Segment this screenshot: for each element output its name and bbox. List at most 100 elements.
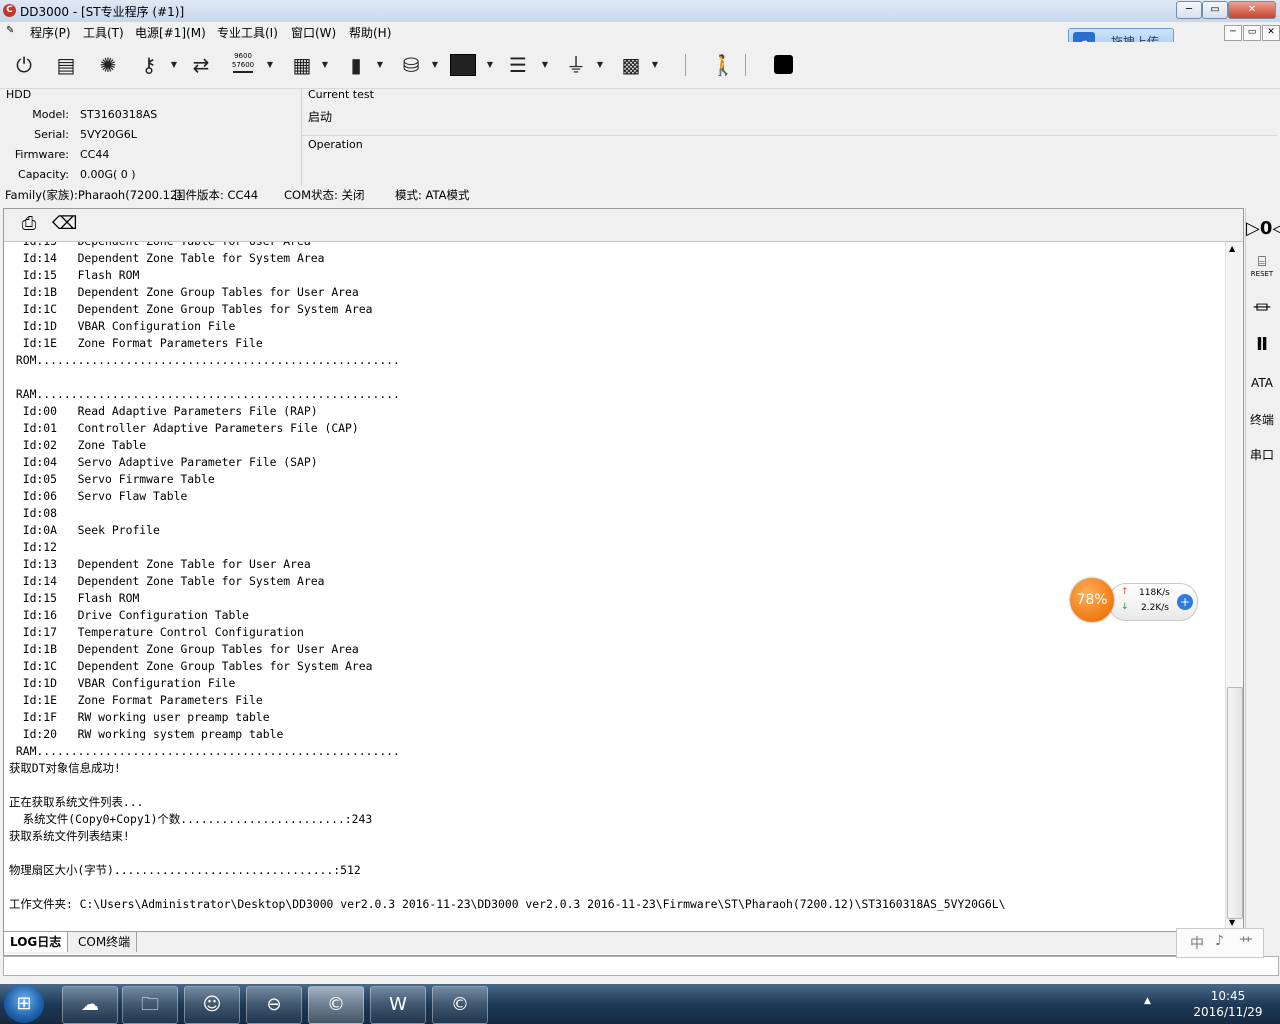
test-status-panel: Current test 启动 Operation: [301, 88, 1277, 186]
ata-button[interactable]: ATA: [1246, 376, 1278, 390]
menu-help[interactable]: 帮助(H): [347, 24, 393, 41]
model-label: Model:: [32, 108, 69, 121]
baud-dropdown-icon[interactable]: ▼: [266, 58, 274, 72]
mdi-minimize-button[interactable]: ─: [1224, 25, 1242, 41]
clock[interactable]: 10:45 2016/11/29: [1188, 988, 1268, 1020]
title-bar: C DD3000 - [ST专业程序 (#1)] ─ ▭ ✕: [0, 0, 1280, 23]
reset-button[interactable]: ⌸ RESET: [1246, 254, 1278, 279]
scroll-up-icon[interactable]: ▲: [1229, 244, 1235, 253]
toolbar: ⏻ ▤ ✺ ⚷ ▼ ⇄ 9600 57600 ▼ ▦ ▼ ▮ ▼ ⛁ ▼ ▼ ☰…: [0, 42, 1280, 89]
tray-expand-icon[interactable]: ▲: [1144, 996, 1151, 1006]
pause-icon[interactable]: Ⅱ: [1246, 334, 1278, 355]
grid-icon[interactable]: ▩: [618, 52, 644, 78]
download-arrow-icon: ↓: [1121, 602, 1129, 612]
zero-icon[interactable]: ▷0◁: [1246, 218, 1280, 239]
terminal-button[interactable]: 终端: [1246, 411, 1278, 428]
list-dropdown-icon[interactable]: ▼: [541, 58, 549, 72]
menu-program[interactable]: 程序(P): [28, 24, 73, 41]
list-icon[interactable]: ☰: [505, 52, 531, 78]
clock-time: 10:45: [1210, 989, 1246, 1003]
clear-log-icon[interactable]: ⌫: [52, 213, 77, 235]
taskbar-cloud-app-icon[interactable]: ☁: [62, 986, 118, 1024]
ime-chinese-icon[interactable]: 中: [1190, 933, 1204, 953]
tab-log[interactable]: LOG日志: [4, 932, 69, 952]
baud-bottom-label: 57600: [231, 61, 255, 69]
power-icon[interactable]: ⏻: [11, 52, 37, 78]
taskbar-dd3000-icon[interactable]: ©: [432, 986, 488, 1024]
maximize-button[interactable]: ▭: [1202, 1, 1228, 19]
mdi-close-button[interactable]: ✕: [1262, 25, 1280, 41]
taskbar-qq-icon[interactable]: ☺: [184, 986, 240, 1024]
taskbar-folder-icon[interactable]: 🗀: [122, 986, 178, 1024]
minimize-button[interactable]: ─: [1176, 1, 1202, 19]
scroll-down-icon[interactable]: ▼: [1229, 918, 1235, 927]
tab-com-terminal[interactable]: COM终端: [72, 932, 138, 952]
head-icon[interactable]: ⏚: [563, 52, 589, 78]
ime-toolbar[interactable]: 中 ♪ ⺾: [1176, 928, 1264, 958]
disk-dropdown-icon[interactable]: ▼: [431, 58, 439, 72]
ime-settings-icon[interactable]: ⺾: [1239, 933, 1253, 953]
taskbar-wps-icon[interactable]: W: [370, 986, 426, 1024]
capacity-label: Capacity:: [18, 168, 69, 181]
firmware-value: CC44: [80, 148, 110, 161]
head-dropdown-icon[interactable]: ▼: [596, 58, 604, 72]
upload-arrow-icon: ↑: [1121, 587, 1129, 597]
hdd-info-panel: HDD Model: ST3160318AS Serial: 5VY20G6L …: [3, 88, 298, 186]
document-icon[interactable]: ▤: [53, 52, 79, 78]
window-title: DD3000 - [ST专业程序 (#1)]: [20, 5, 185, 19]
baud-top-label: 9600: [234, 52, 252, 60]
walk-icon[interactable]: 🚶: [710, 52, 736, 78]
key-icon[interactable]: ⚷: [136, 52, 162, 78]
grid-dropdown-icon[interactable]: ▼: [651, 58, 659, 72]
key-dropdown-icon[interactable]: ▼: [170, 58, 178, 72]
stop-icon[interactable]: [774, 55, 793, 74]
close-button[interactable]: ✕: [1228, 1, 1276, 19]
log-content: Id:13 Dependent Zone Table for User Area…: [9, 242, 1006, 911]
serial-value: 5VY20G6L: [80, 128, 137, 141]
network-icon[interactable]: ✺: [95, 52, 121, 78]
chip-grid-icon[interactable]: ▦: [289, 52, 315, 78]
menu-tools[interactable]: 工具(T): [81, 24, 126, 41]
memory-usage-bubble[interactable]: 78%: [1070, 578, 1114, 622]
chip-grid-dropdown-icon[interactable]: ▼: [321, 58, 329, 72]
terminal-icon[interactable]: [450, 54, 476, 76]
switch-icon[interactable]: ⏛: [1246, 294, 1278, 320]
taskbar-dd3000-active-icon[interactable]: ©: [308, 986, 364, 1024]
terminal-dropdown-icon[interactable]: ▼: [486, 58, 494, 72]
windows-taskbar: ⊞ ☁ 🗀 ☺ ⊖ © W © ▲ 10:45 2016/11/29: [0, 984, 1280, 1024]
log-window: ⎙ ⌫ Id:13 Dependent Zone Table for User …: [3, 208, 1244, 956]
network-speed-panel: ↑ 118K/s ↓ 2.2K/s +: [1108, 583, 1198, 621]
log-text-area[interactable]: Id:13 Dependent Zone Table for User Area…: [6, 242, 1224, 930]
windows-logo-icon: ⊞: [16, 993, 32, 1014]
taskbar-browser-icon[interactable]: ⊖: [246, 986, 302, 1024]
log-scrollbar[interactable]: ▲ ▼: [1225, 242, 1243, 930]
right-tool-panel: ▷0◁ ⌸ RESET ⏛ Ⅱ ATA 终端 串口: [1245, 208, 1280, 954]
save-log-icon[interactable]: ⎙: [18, 213, 40, 235]
firmware-label: Firmware:: [14, 148, 69, 161]
chip-icon[interactable]: ▮: [343, 52, 369, 78]
serial-port-button[interactable]: 串口: [1246, 446, 1278, 463]
current-test-value: 启动: [308, 110, 333, 124]
menu-pro-tools[interactable]: 专业工具(I): [215, 24, 280, 41]
disk-icon[interactable]: ⛁: [398, 52, 424, 78]
baud-icon[interactable]: 9600 57600: [230, 52, 256, 78]
plus-icon[interactable]: +: [1177, 594, 1193, 610]
app-icon: C: [3, 4, 16, 17]
firmware-status: 固件版本: CC44: [174, 188, 259, 202]
start-button[interactable]: ⊞: [4, 985, 44, 1023]
operation-label: Operation: [308, 138, 363, 151]
system-menu-icon[interactable]: ✎: [6, 25, 24, 37]
clock-date: 2016/11/29: [1193, 1005, 1263, 1019]
upload-speed: 118K/s: [1139, 588, 1170, 598]
menu-window[interactable]: 窗口(W): [289, 24, 338, 41]
transfer-icon[interactable]: ⇄: [188, 52, 214, 78]
network-monitor-widget[interactable]: ↑ 118K/s ↓ 2.2K/s + 78%: [1070, 578, 1198, 622]
ime-moon-icon[interactable]: ♪: [1215, 933, 1224, 949]
com-status: COM状态: 关闭: [284, 188, 365, 202]
mdi-restore-button[interactable]: ▭: [1243, 25, 1261, 41]
scrollbar-thumb[interactable]: [1227, 687, 1243, 919]
hdd-header: HDD: [6, 88, 32, 101]
log-tabs: LOG日志 COM终端: [4, 931, 1243, 954]
menu-power[interactable]: 电源[#1](M): [133, 24, 208, 41]
chip-dropdown-icon[interactable]: ▼: [376, 58, 384, 72]
